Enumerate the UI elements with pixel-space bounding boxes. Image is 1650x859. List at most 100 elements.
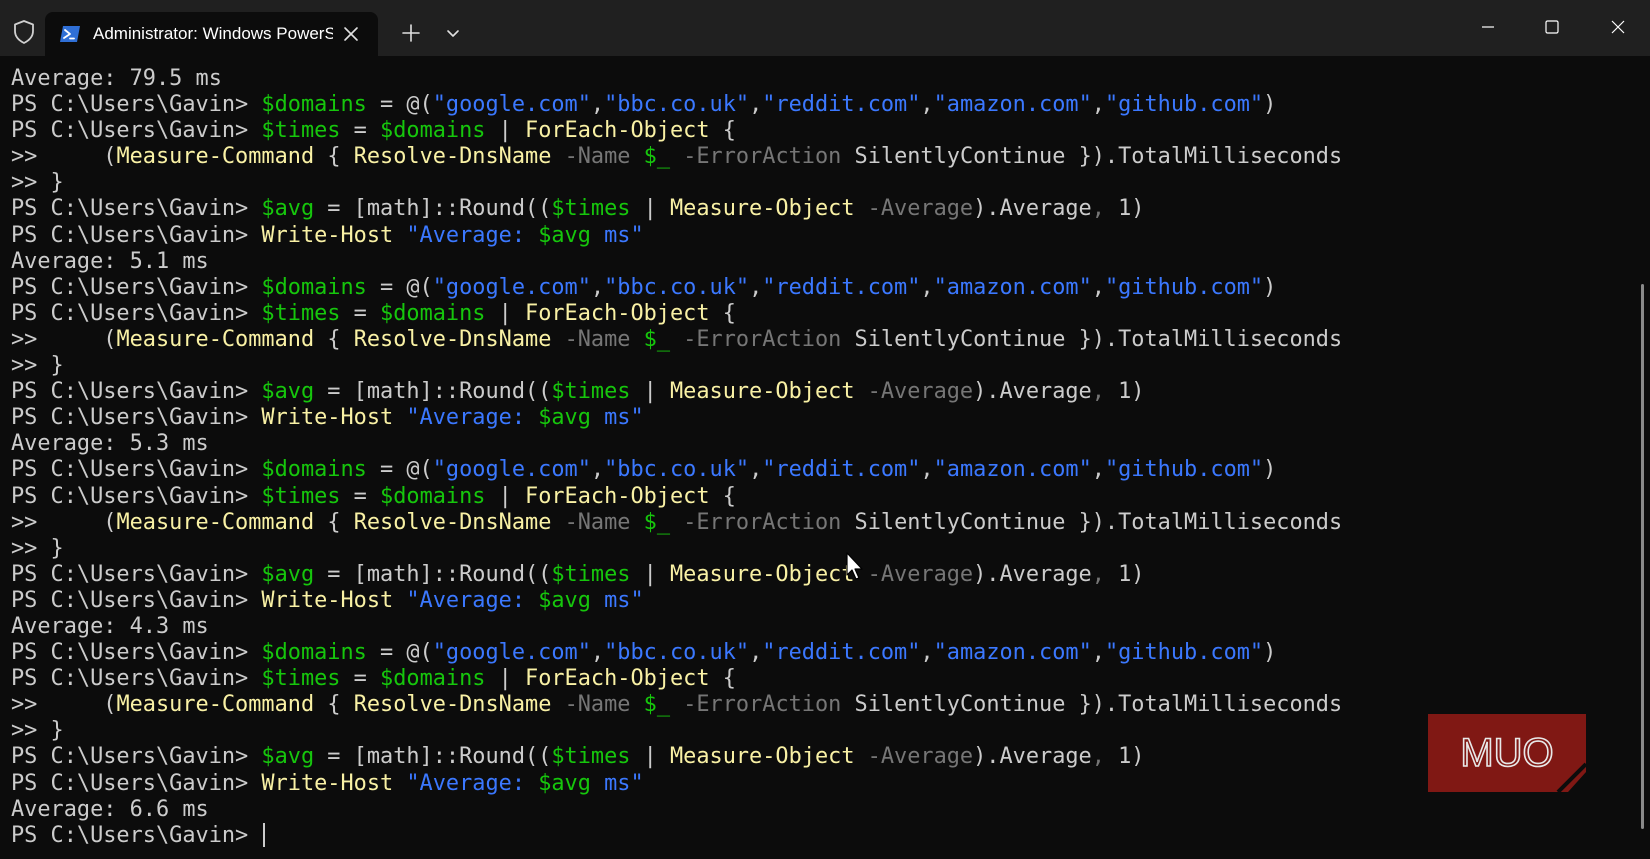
terminal-text-segment: "github.com" (1104, 92, 1264, 118)
terminal-text-segment: -Average (854, 744, 974, 770)
terminal-text-segment: | (485, 666, 526, 692)
terminal-text-segment: $times (551, 379, 631, 405)
terminal-text-segment: -Average (854, 196, 974, 222)
terminal-line: >> (Measure-Command { Resolve-DnsName -N… (11, 144, 1342, 170)
terminal-line: PS C:\Users\Gavin> Write-Host "Average: … (11, 771, 1342, 797)
scrollbar-thumb[interactable] (1641, 284, 1644, 829)
close-window-button[interactable] (1586, 0, 1650, 56)
terminal-text-segment: "github.com" (1104, 640, 1264, 666)
terminal-text-segment: ms" (590, 405, 644, 431)
terminal-text-segment: $times (261, 118, 341, 144)
terminal-text-segment: Resolve-DnsName (353, 144, 552, 170)
terminal-text-segment: Average: 5.1 ms (11, 248, 209, 274)
watermark-text: MUO (1460, 731, 1553, 775)
terminal-text-segment: { (314, 144, 354, 170)
terminal-text-segment: "reddit.com" (762, 640, 921, 666)
terminal-text-segment: >> } (11, 170, 64, 196)
close-tab-icon[interactable] (341, 24, 361, 44)
terminal-text-segment: -ErrorAction (670, 692, 855, 718)
terminal-text-segment: "github.com" (1104, 274, 1264, 300)
terminal-text-segment: { (314, 509, 354, 535)
terminal-text-segment: ms" (590, 587, 644, 613)
terminal-text-segment: PS C:\Users\Gavin> (11, 640, 262, 666)
terminal-text-segment: >> ( (11, 509, 117, 535)
terminal-text-segment: , (749, 457, 763, 483)
terminal-line: Average: 5.3 ms (11, 431, 1342, 457)
terminal-text-segment: Write-Host (261, 587, 394, 613)
terminal-text-segment: ) (1263, 274, 1277, 300)
terminal-text-segment: , (1091, 92, 1105, 118)
terminal-text-segment: "reddit.com" (762, 92, 921, 118)
terminal-text-segment: { (709, 483, 736, 509)
terminal-text-segment: $avg (261, 379, 315, 405)
shield-icon (10, 18, 38, 46)
terminal-text-segment: PS C:\Users\Gavin> (11, 379, 262, 405)
terminal-text-segment: $avg (538, 770, 591, 796)
terminal-text-segment: $times (551, 196, 631, 222)
new-tab-button[interactable] (398, 20, 424, 46)
terminal-line: >> (Measure-Command { Resolve-DnsName -N… (11, 327, 1342, 353)
terminal-text-segment: Average: 4.3 ms (11, 613, 209, 639)
terminal-text-segment: { (709, 666, 736, 692)
terminal-text-segment: ).Average (973, 379, 1092, 405)
title-bar[interactable]: Administrator: Windows PowerShell (0, 0, 1650, 56)
terminal-text-segment: $avg (538, 405, 591, 431)
terminal-line: PS C:\Users\Gavin> (11, 822, 1342, 849)
terminal-text-segment: , (920, 92, 934, 118)
terminal-text-segment: | (630, 561, 670, 587)
maximize-button[interactable] (1520, 0, 1584, 56)
terminal-lines: Average: 79.5 ms PS C:\Users\Gavin> $doma… (11, 66, 1342, 849)
terminal-text-segment: PS C:\Users\Gavin> (11, 587, 262, 613)
scrollbar[interactable] (1636, 56, 1650, 859)
terminal-text-segment: "amazon.com" (933, 457, 1092, 483)
terminal-text-segment: $avg (261, 744, 315, 770)
terminal-text-segment: PS C:\Users\Gavin> (11, 300, 262, 326)
terminal-text-segment: "github.com" (1104, 457, 1264, 483)
terminal-text-segment: ) (1263, 640, 1277, 666)
terminal-text-segment: $domains (380, 666, 486, 692)
terminal-text-segment: , (1091, 457, 1105, 483)
terminal-line: PS C:\Users\Gavin> $avg = [math]::Round(… (11, 744, 1342, 770)
terminal-text-segment: -ErrorAction (670, 326, 855, 352)
terminal-text-segment: PS C:\Users\Gavin> (11, 222, 262, 248)
terminal-text-segment: $times (551, 561, 631, 587)
terminal-line: >> } (11, 536, 1342, 562)
terminal-line: Average: 79.5 ms (11, 66, 1342, 92)
terminal-text-segment: = [math]::Round(( (314, 379, 552, 405)
tab-dropdown-button[interactable] (442, 22, 464, 44)
terminal-text-segment: Average: 79.5 ms (11, 66, 222, 91)
terminal-text-segment: "google.com" (432, 457, 591, 483)
terminal-text-segment: Measure-Command (116, 692, 315, 718)
terminal-text-segment: PS C:\Users\Gavin> (11, 196, 262, 222)
terminal-text-segment: $domains (261, 274, 367, 300)
terminal-text-segment: -Average (854, 561, 974, 587)
terminal-text-segment: -ErrorAction (670, 144, 855, 170)
terminal-text-segment: = [math]::Round(( (314, 744, 552, 770)
terminal-text-segment: Resolve-DnsName (353, 509, 552, 535)
terminal-line: PS C:\Users\Gavin> Write-Host "Average: … (11, 405, 1342, 431)
terminal-text-segment: , (1091, 274, 1105, 300)
mouse-pointer-icon (846, 552, 866, 582)
terminal-text-segment: "Average: (393, 770, 539, 796)
terminal-text-segment: ForEach-Object (525, 118, 710, 144)
terminal-text-segment: | (485, 300, 526, 326)
minimize-button[interactable] (1456, 0, 1520, 56)
terminal-text-segment: >> ( (11, 692, 117, 718)
terminal-text-segment: "bbc.co.uk" (604, 92, 750, 118)
terminal-text-segment: $domains (261, 640, 367, 666)
terminal-text-segment: Write-Host (261, 770, 394, 796)
terminal-output[interactable]: Average: 79.5 ms PS C:\Users\Gavin> $doma… (0, 56, 1640, 859)
terminal-text-segment: "bbc.co.uk" (604, 640, 750, 666)
tab-powershell[interactable]: Administrator: Windows PowerShell (45, 12, 378, 56)
terminal-text-segment: ForEach-Object (525, 483, 710, 509)
terminal-line: PS C:\Users\Gavin> $times = $domains | F… (11, 666, 1342, 692)
terminal-text-segment: PS C:\Users\Gavin> (11, 666, 262, 692)
terminal-text-segment: | (630, 379, 670, 405)
terminal-text-segment: , (590, 640, 605, 666)
terminal-text-segment: | (485, 483, 526, 509)
terminal-text-segment: SilentlyContinue }).TotalMilliseconds (854, 692, 1343, 718)
terminal-line: PS C:\Users\Gavin> $avg = [math]::Round(… (11, 196, 1342, 222)
terminal-text-segment: ).Average (973, 196, 1092, 222)
terminal-text-segment: >> ( (11, 144, 117, 170)
text-cursor (263, 822, 266, 847)
